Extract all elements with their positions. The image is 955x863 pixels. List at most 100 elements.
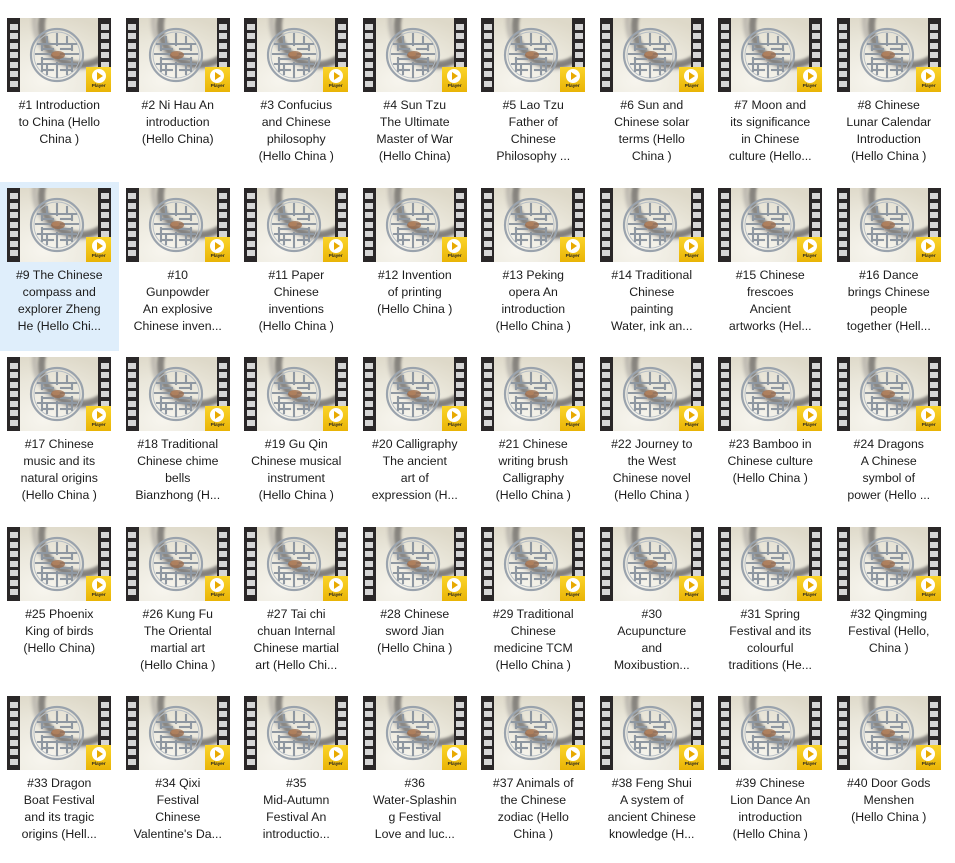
film-strip-thumbnail[interactable]: Player <box>481 696 586 770</box>
video-grid-item-1[interactable]: Player #1 Introduction to China (Hello C… <box>0 12 119 182</box>
player-badge[interactable]: Player <box>915 575 941 601</box>
video-grid-item-38[interactable]: Player #38 Feng Shui A system of ancient… <box>593 690 712 860</box>
film-strip-thumbnail[interactable]: Player <box>244 357 349 431</box>
film-strip-thumbnail[interactable]: Player <box>362 696 467 770</box>
film-strip-thumbnail[interactable]: Player <box>718 357 823 431</box>
video-grid-item-13[interactable]: Player #13 Peking opera An introduction … <box>474 182 593 352</box>
player-badge[interactable]: Player <box>560 67 586 92</box>
film-strip-thumbnail[interactable]: Player <box>481 357 586 431</box>
film-strip-thumbnail[interactable]: Player <box>7 696 112 770</box>
player-badge[interactable]: Player <box>560 236 586 262</box>
film-strip-thumbnail[interactable]: Player <box>718 187 823 262</box>
video-grid-item-23[interactable]: Player #23 Bamboo in Chinese culture (He… <box>711 351 830 521</box>
player-badge[interactable]: Player <box>204 67 230 92</box>
film-strip-thumbnail[interactable]: Player <box>836 18 941 92</box>
video-grid-item-12[interactable]: Player #12 Invention of printing (Hello … <box>356 182 475 352</box>
video-grid-item-8[interactable]: Player #8 Chinese Lunar Calendar Introdu… <box>830 12 949 182</box>
film-strip-thumbnail[interactable]: Player <box>599 696 704 770</box>
film-strip-thumbnail[interactable]: Player <box>362 18 467 92</box>
film-strip-thumbnail[interactable]: Player <box>7 18 112 92</box>
video-grid-item-15[interactable]: Player #15 Chinese frescoes Ancient artw… <box>711 182 830 352</box>
player-badge[interactable]: Player <box>323 406 349 431</box>
player-badge[interactable]: Player <box>797 67 823 92</box>
film-strip-thumbnail[interactable]: Player <box>125 187 230 262</box>
player-badge[interactable]: Player <box>441 745 467 770</box>
video-grid-item-10[interactable]: Player #10 Gunpowder An explosive Chines… <box>119 182 238 352</box>
film-strip-thumbnail[interactable]: Player <box>836 187 941 262</box>
video-grid-item-40[interactable]: Player #40 Door Gods Menshen (Hello Chin… <box>830 690 949 860</box>
video-grid-item-35[interactable]: Player #35 Mid-Autumn Festival An introd… <box>237 690 356 860</box>
film-strip-thumbnail[interactable]: Player <box>125 357 230 431</box>
video-grid-item-26[interactable]: Player #26 Kung Fu The Oriental martial … <box>119 521 238 691</box>
video-grid-item-4[interactable]: Player #4 Sun Tzu The Ultimate Master of… <box>356 12 475 182</box>
player-badge[interactable]: Player <box>204 236 230 262</box>
film-strip-thumbnail[interactable]: Player <box>125 18 230 92</box>
video-grid-item-2[interactable]: Player #2 Ni Hau An introduction (Hello … <box>119 12 238 182</box>
film-strip-thumbnail[interactable]: Player <box>599 526 704 601</box>
player-badge[interactable]: Player <box>915 406 941 431</box>
video-grid-item-17[interactable]: Player #17 Chinese music and its natural… <box>0 351 119 521</box>
player-badge[interactable]: Player <box>204 575 230 601</box>
player-badge[interactable]: Player <box>797 406 823 431</box>
player-badge[interactable]: Player <box>204 745 230 770</box>
film-strip-thumbnail[interactable]: Player <box>244 187 349 262</box>
film-strip-thumbnail[interactable]: Player <box>599 18 704 92</box>
player-badge[interactable]: Player <box>86 236 112 262</box>
video-grid-item-16[interactable]: Player #16 Dance brings Chinese people t… <box>830 182 949 352</box>
player-badge[interactable]: Player <box>86 745 112 770</box>
film-strip-thumbnail[interactable]: Player <box>7 187 112 262</box>
video-grid-item-19[interactable]: Player #19 Gu Qin Chinese musical instru… <box>237 351 356 521</box>
video-grid-item-14[interactable]: Player #14 Traditional Chinese painting … <box>593 182 712 352</box>
film-strip-thumbnail[interactable]: Player <box>362 357 467 431</box>
film-strip-thumbnail[interactable]: Player <box>362 187 467 262</box>
video-grid-item-18[interactable]: Player #18 Traditional Chinese chime bel… <box>119 351 238 521</box>
film-strip-thumbnail[interactable]: Player <box>836 696 941 770</box>
player-badge[interactable]: Player <box>797 575 823 601</box>
video-grid-item-25[interactable]: Player #25 Phoenix King of birds (Hello … <box>0 521 119 691</box>
video-grid-item-3[interactable]: Player #3 Confucius and Chinese philosop… <box>237 12 356 182</box>
film-strip-thumbnail[interactable]: Player <box>7 526 112 601</box>
player-badge[interactable]: Player <box>560 406 586 431</box>
player-badge[interactable]: Player <box>86 67 112 92</box>
video-grid-item-31[interactable]: Player #31 Spring Festival and its colou… <box>711 521 830 691</box>
player-badge[interactable]: Player <box>441 67 467 92</box>
player-badge[interactable]: Player <box>323 745 349 770</box>
player-badge[interactable]: Player <box>441 406 467 431</box>
video-grid-item-37[interactable]: Player #37 Animals of the Chinese zodiac… <box>474 690 593 860</box>
film-strip-thumbnail[interactable]: Player <box>836 357 941 431</box>
film-strip-thumbnail[interactable]: Player <box>599 187 704 262</box>
player-badge[interactable]: Player <box>204 406 230 431</box>
video-grid-item-6[interactable]: Player #6 Sun and Chinese solar terms (H… <box>593 12 712 182</box>
video-grid-item-33[interactable]: Player #33 Dragon Boat Festival and its … <box>0 690 119 860</box>
player-badge[interactable]: Player <box>797 236 823 262</box>
video-grid-item-34[interactable]: Player #34 Qixi Festival Chinese Valenti… <box>119 690 238 860</box>
video-grid-item-29[interactable]: Player #29 Traditional Chinese medicine … <box>474 521 593 691</box>
video-grid-item-7[interactable]: Player #7 Moon and its significance in C… <box>711 12 830 182</box>
video-grid-item-36[interactable]: Player #36 Water-Splashin g Festival Lov… <box>356 690 475 860</box>
video-grid-item-39[interactable]: Player #39 Chinese Lion Dance An introdu… <box>711 690 830 860</box>
film-strip-thumbnail[interactable]: Player <box>718 526 823 601</box>
player-badge[interactable]: Player <box>441 575 467 601</box>
player-badge[interactable]: Player <box>86 575 112 601</box>
player-badge[interactable]: Player <box>797 745 823 770</box>
player-badge[interactable]: Player <box>915 236 941 262</box>
film-strip-thumbnail[interactable]: Player <box>244 696 349 770</box>
player-badge[interactable]: Player <box>678 575 704 601</box>
film-strip-thumbnail[interactable]: Player <box>7 357 112 431</box>
film-strip-thumbnail[interactable]: Player <box>244 526 349 601</box>
video-grid-item-20[interactable]: Player #20 Calligraphy The ancient art o… <box>356 351 475 521</box>
film-strip-thumbnail[interactable]: Player <box>244 18 349 92</box>
film-strip-thumbnail[interactable]: Player <box>836 526 941 601</box>
video-grid-item-22[interactable]: Player #22 Journey to the West Chinese n… <box>593 351 712 521</box>
player-badge[interactable]: Player <box>678 67 704 92</box>
video-grid-item-28[interactable]: Player #28 Chinese sword Jian (Hello Chi… <box>356 521 475 691</box>
video-grid-item-21[interactable]: Player #21 Chinese writing brush Calligr… <box>474 351 593 521</box>
film-strip-thumbnail[interactable]: Player <box>125 696 230 770</box>
film-strip-thumbnail[interactable]: Player <box>362 526 467 601</box>
player-badge[interactable]: Player <box>323 236 349 262</box>
player-badge[interactable]: Player <box>560 575 586 601</box>
film-strip-thumbnail[interactable]: Player <box>481 187 586 262</box>
player-badge[interactable]: Player <box>915 67 941 92</box>
film-strip-thumbnail[interactable]: Player <box>718 696 823 770</box>
video-grid-item-11[interactable]: Player #11 Paper Chinese inventions (Hel… <box>237 182 356 352</box>
